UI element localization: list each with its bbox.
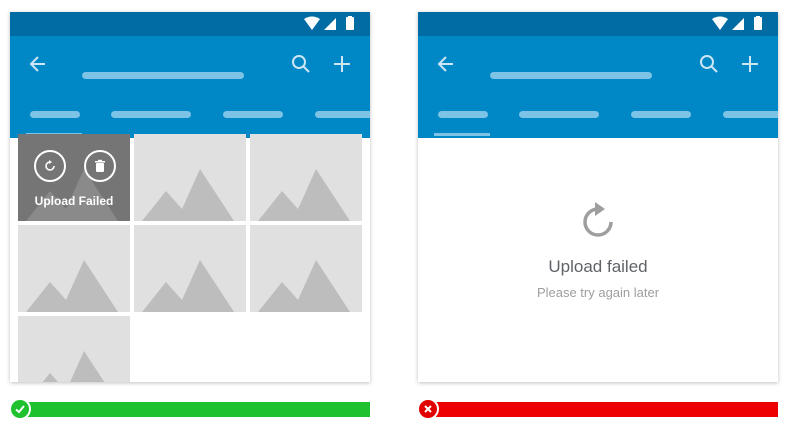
back-arrow-icon[interactable]	[436, 54, 456, 74]
retry-button[interactable]	[34, 150, 66, 182]
title-placeholder	[82, 72, 244, 79]
status-bar	[418, 12, 778, 36]
signal-icon	[732, 18, 744, 30]
back-arrow-icon[interactable]	[28, 54, 48, 74]
upload-failed-label: Upload Failed	[34, 194, 114, 208]
image-placeholder-icon	[258, 260, 350, 312]
retry-icon	[45, 160, 55, 171]
tab-indicator	[434, 133, 490, 136]
delete-icon	[95, 159, 105, 172]
tab-2[interactable]	[519, 111, 599, 118]
wifi-icon	[304, 16, 320, 30]
image-placeholder-icon	[42, 351, 105, 382]
title-placeholder	[490, 72, 652, 79]
tab-1[interactable]	[30, 111, 80, 118]
empty-state-title: Upload failed	[548, 257, 648, 276]
tab-3[interactable]	[223, 111, 283, 118]
battery-icon	[346, 17, 354, 30]
dont-indicator-bar	[436, 402, 778, 417]
delete-button[interactable]	[84, 150, 116, 182]
tab-2[interactable]	[111, 111, 191, 118]
close-icon	[417, 398, 439, 420]
search-icon[interactable]	[699, 54, 719, 74]
status-icons	[712, 16, 762, 30]
app-bar	[10, 36, 370, 138]
image-tile[interactable]	[134, 134, 246, 221]
add-icon[interactable]	[740, 54, 760, 74]
image-tile[interactable]	[18, 225, 130, 312]
phone-mockup-do: Upload Failed	[10, 12, 370, 382]
signal-icon	[324, 18, 336, 30]
refresh-icon	[583, 202, 613, 237]
add-icon[interactable]	[332, 54, 352, 74]
empty-state-subtitle: Please try again later	[536, 285, 660, 300]
image-tile[interactable]	[18, 316, 130, 382]
wifi-icon	[712, 16, 728, 30]
image-placeholder-icon	[142, 260, 234, 312]
tab-1[interactable]	[438, 111, 488, 118]
search-icon[interactable]	[291, 54, 311, 74]
phone-mockup-dont: Upload failed Please try again later	[418, 12, 778, 382]
check-icon	[9, 398, 31, 420]
image-placeholder-icon	[26, 260, 118, 312]
tab-3[interactable]	[631, 111, 691, 118]
image-placeholder-icon	[258, 169, 350, 221]
tab-4[interactable]	[723, 111, 778, 118]
image-tile[interactable]	[250, 134, 362, 221]
do-indicator-bar	[28, 402, 370, 417]
image-tile[interactable]	[250, 225, 362, 312]
battery-icon	[754, 17, 762, 30]
image-tile-failed[interactable]: Upload Failed	[18, 134, 130, 221]
image-tile[interactable]	[134, 225, 246, 312]
tab-4[interactable]	[315, 111, 370, 118]
app-bar	[418, 36, 778, 138]
status-bar	[10, 12, 370, 36]
status-icons	[304, 16, 354, 30]
image-placeholder-icon	[142, 169, 234, 221]
